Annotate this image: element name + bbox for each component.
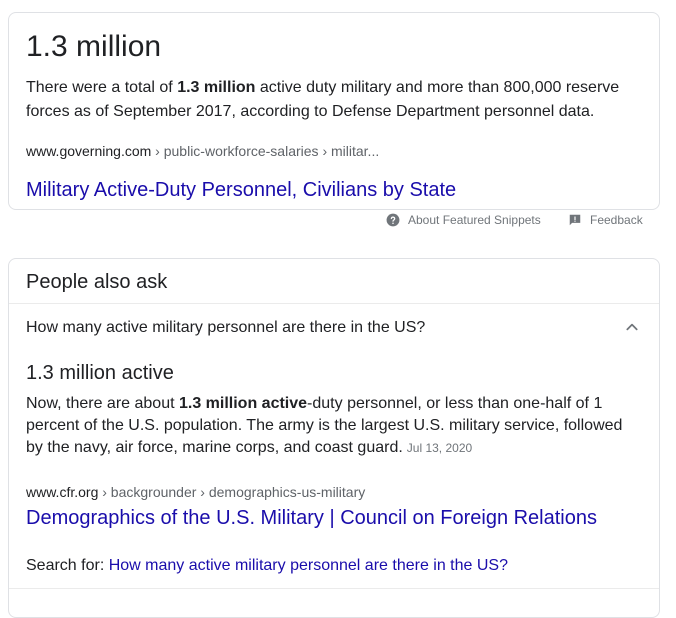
snippet-citation: www.governing.com › public-workforce-sal… [26, 142, 379, 160]
search-for-row: Search for: How many active military per… [26, 555, 508, 577]
snippet-breadcrumb: › public-workforce-salaries › militar... [151, 143, 380, 159]
feedback-label: Feedback [590, 213, 643, 227]
feedback-link[interactable]: Feedback [568, 213, 643, 227]
feedback-icon [569, 214, 581, 226]
paa-answer-text-start: Now, there are about [26, 395, 179, 412]
paa-question-toggle[interactable]: How many active military personnel are t… [9, 304, 659, 352]
people-also-ask-title: People also ask [26, 271, 168, 293]
about-featured-snippets-link[interactable]: About Featured Snippets [386, 213, 541, 227]
paa-answer-date: Jul 13, 2020 [406, 441, 473, 455]
snippet-desc-text: There were a total of [26, 79, 178, 96]
about-featured-snippets-label: About Featured Snippets [408, 213, 541, 227]
search-for-label: Search for: [26, 557, 109, 574]
paa-question-text: How many active military personnel are t… [26, 319, 426, 336]
people-also-ask-card: People also ask How many active military… [8, 258, 660, 618]
help-circle-icon [386, 213, 400, 227]
paa-answer-title: 1.3 million active [26, 362, 174, 384]
snippet-description: There were a total of 1.3 million active… [26, 76, 626, 124]
paa-answer-highlight: 1.3 million active [178, 395, 308, 412]
snippet-domain: www.governing.com [26, 143, 152, 159]
featured-snippet-card: 1.3 million There were a total of 1.3 mi… [8, 12, 660, 210]
paa-citation: www.cfr.org › backgrounder › demographic… [26, 483, 365, 501]
paa-result-link[interactable]: Demographics of the U.S. Military | Coun… [26, 505, 597, 531]
chevron-up-icon [626, 323, 638, 331]
divider [9, 588, 659, 589]
snippet-desc-highlight: 1.3 million [177, 79, 256, 96]
snippet-result-link[interactable]: Military Active-Duty Personnel, Civilian… [26, 177, 456, 203]
snippet-answer: 1.3 million [26, 30, 162, 63]
paa-breadcrumb: › backgrounder › demographics-us-militar… [98, 484, 366, 500]
search-for-query-link[interactable]: How many active military personnel are t… [109, 557, 508, 574]
snippet-meta-bar: About Featured Snippets Feedback [0, 213, 676, 231]
paa-answer-text: Now, there are about 1.3 million active-… [26, 393, 626, 459]
paa-domain: www.cfr.org [26, 484, 99, 500]
